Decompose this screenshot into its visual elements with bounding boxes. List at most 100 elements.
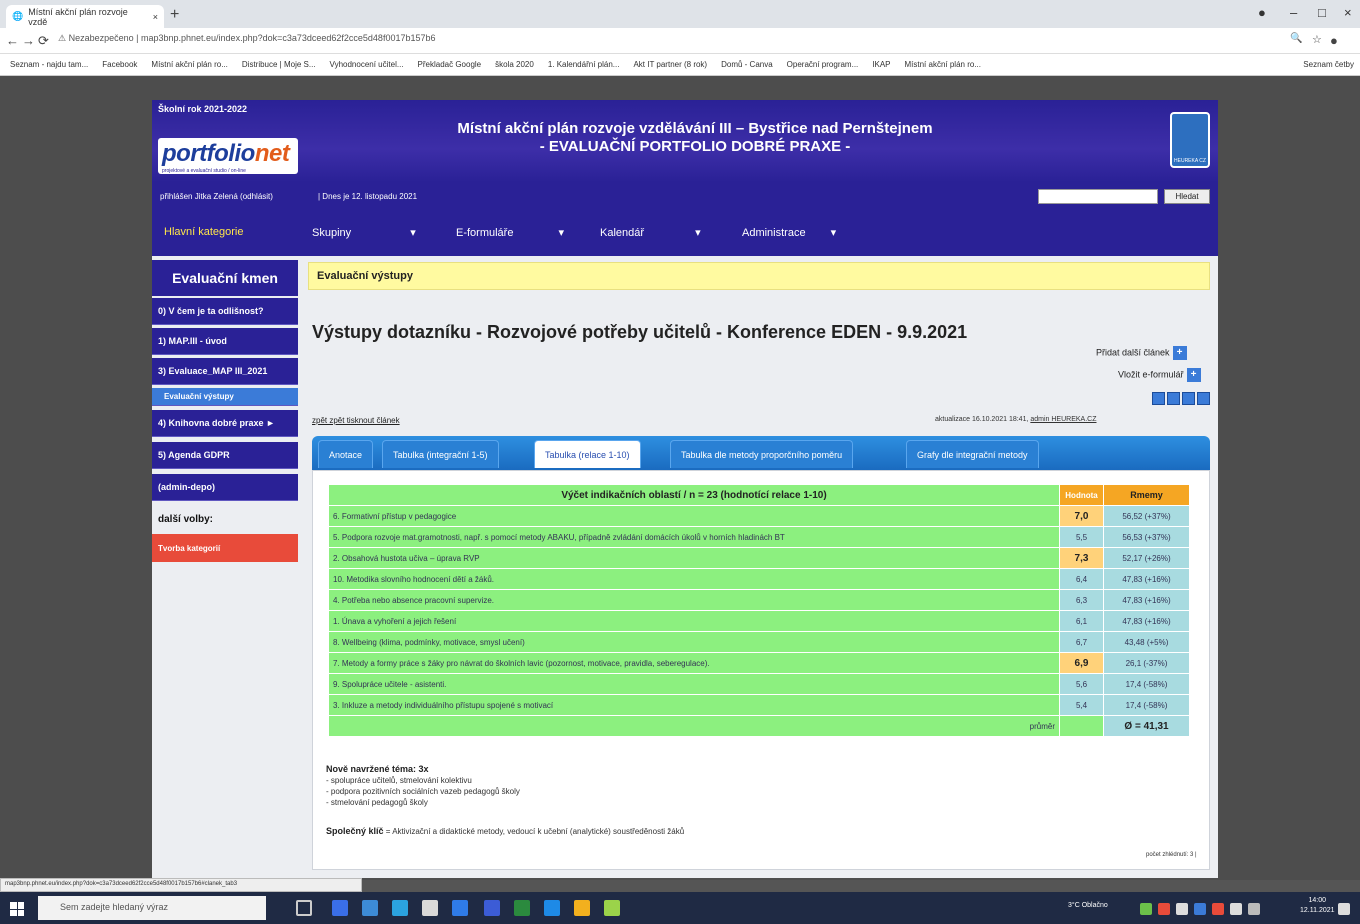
maximize-button[interactable]: □ — [1318, 5, 1326, 20]
search-button[interactable]: Hledat — [1164, 189, 1210, 204]
bookmark-item[interactable]: IKAP — [872, 60, 890, 69]
bookmark-item[interactable]: Vyhodnocení učitel... — [330, 60, 404, 69]
tab-integration-table[interactable]: Tabulka (integrační 1-5) — [382, 440, 499, 468]
insert-eform-button[interactable]: Vložit e-formulář + — [1118, 368, 1201, 382]
network-icon[interactable] — [1248, 903, 1260, 915]
weather-tray[interactable]: 3°C Oblačno — [1068, 902, 1108, 909]
row-rank: 26,1 (-37%) — [1103, 652, 1190, 674]
site-title: Místní akční plán rozvoje vzdělávání III… — [300, 120, 1090, 156]
green-app-icon[interactable] — [604, 900, 620, 916]
table-row: 8. Wellbeing (klima, podmínky, motivace,… — [328, 631, 1190, 653]
tray-icon[interactable] — [1194, 903, 1206, 915]
chrome-icon[interactable] — [392, 900, 408, 916]
row-value: 6,1 — [1059, 610, 1104, 632]
sidebar-item-admin-depo[interactable]: (admin-depo) — [152, 474, 298, 501]
url-prefix: Nezabezpečeno — [68, 33, 134, 43]
taskbar-search-input[interactable]: Sem zadejte hledaný výraz — [38, 896, 266, 920]
account-icon[interactable]: ● — [1330, 33, 1338, 48]
bookmark-item[interactable]: Místní akční plán ro... — [905, 60, 981, 69]
breadcrumb: Evaluační výstupy — [308, 262, 1210, 290]
delete-icon[interactable] — [1197, 392, 1210, 405]
task-view-icon[interactable] — [296, 900, 312, 916]
tray-icon[interactable] — [1176, 903, 1188, 915]
forward-icon[interactable]: → — [22, 33, 35, 48]
row-value: 7,3 — [1059, 547, 1104, 569]
volume-icon[interactable] — [1230, 903, 1242, 915]
download-icon[interactable] — [1152, 392, 1165, 405]
bookmark-item[interactable]: Facebook — [102, 60, 137, 69]
close-icon[interactable]: × — [153, 12, 158, 22]
menu-eforms[interactable]: E-formuláře ▾ — [456, 226, 564, 239]
outlook-icon[interactable] — [452, 900, 468, 916]
status-bar-url: map3bnp.phnet.eu/index.php?dok=c3a73dcee… — [0, 878, 362, 892]
portfolionet-logo[interactable]: portfolionet projektové a evaluační stud… — [158, 138, 298, 174]
bookmark-item[interactable]: Domů - Canva — [721, 60, 773, 69]
close-window-button[interactable]: × — [1344, 5, 1352, 20]
bookmark-item[interactable]: Distribuce | Moje S... — [242, 60, 316, 69]
sidebar-item-library[interactable]: 4) Knihovna dobré praxe ► — [152, 410, 298, 437]
create-categories-button[interactable]: Tvorba kategorií — [152, 534, 298, 562]
sidebar-item-gdpr[interactable]: 5) Agenda GDPR — [152, 442, 298, 469]
explorer-icon[interactable] — [544, 900, 560, 916]
address-field[interactable]: ⚠ Nezabezpečeno | map3bnp.phnet.eu/index… — [58, 33, 436, 44]
plus-icon: + — [1172, 346, 1187, 360]
bookmark-item[interactable]: škola 2020 — [495, 60, 534, 69]
browser-tab[interactable]: 🌐 Místní akční plán rozvoje vzdě × — [6, 5, 164, 28]
results-table: Výčet indikačních oblastí / n = 23 (hodn… — [328, 484, 1190, 737]
tray-icon[interactable] — [1140, 903, 1152, 915]
tab-proportional-table[interactable]: Tabulka dle metody proporčního poměru — [670, 440, 854, 468]
new-tab-button[interactable]: + — [170, 6, 179, 24]
reload-icon[interactable]: ⟳ — [38, 33, 49, 49]
bookmark-item[interactable]: Překladač Google — [418, 60, 482, 69]
notifications-icon[interactable] — [1338, 903, 1350, 915]
minimize-button[interactable]: – — [1290, 5, 1297, 20]
article-links[interactable]: zpět zpět tisknout článek — [312, 416, 400, 425]
table-row: 7. Metody a formy práce s žáky pro návra… — [328, 652, 1190, 674]
clock-date: 12.11.2021 — [1300, 907, 1335, 914]
sidebar-item-evaluation-outputs[interactable]: Evaluační výstupy — [152, 388, 298, 406]
menu-main-categories[interactable]: Hlavní kategorie — [164, 226, 244, 238]
word-icon[interactable] — [484, 900, 500, 916]
edge-icon[interactable] — [332, 900, 348, 916]
tab-annotation[interactable]: Anotace — [318, 440, 374, 468]
plus-icon: + — [1186, 368, 1201, 382]
tab-relation-table[interactable]: Tabulka (relace 1-10) — [534, 440, 641, 468]
page-title: Výstupy dotazníku - Rozvojové potřeby uč… — [312, 322, 968, 342]
store-icon[interactable] — [362, 900, 378, 916]
print-icon[interactable] — [1182, 392, 1195, 405]
bookmark-item[interactable]: Seznam - najdu tam... — [10, 60, 88, 69]
zoom-icon[interactable]: 🔍 — [1290, 33, 1302, 44]
table-row: 5. Podpora rozvoje mat.gramotnosti, např… — [328, 526, 1190, 548]
bookmark-item[interactable]: Operační program... — [787, 60, 859, 69]
sidebar-item-evaluation[interactable]: 3) Evaluace_MAP III_2021 — [152, 358, 298, 385]
excel-icon[interactable] — [514, 900, 530, 916]
windows-start-icon[interactable] — [10, 902, 24, 916]
bookmark-item[interactable]: 1. Kalendářní plán... — [548, 60, 620, 69]
tray-icon[interactable] — [1158, 903, 1170, 915]
row-label: 3. Inkluze a metody individuálního příst… — [328, 694, 1060, 716]
taskbar-clock[interactable]: 14:00 12.11.2021 — [1300, 896, 1335, 916]
sidebar-item-difference[interactable]: 0) V čem je ta odlišnost? — [152, 298, 298, 325]
row-rank: 56,52 (+37%) — [1103, 505, 1190, 527]
menu-calendar[interactable]: Kalendář ▾ — [600, 226, 701, 239]
star-icon[interactable]: ☆ — [1312, 33, 1322, 46]
menu-groups[interactable]: Skupiny ▾ — [312, 226, 416, 239]
search-input[interactable] — [1038, 189, 1158, 204]
sidebar-item-map-intro[interactable]: 1) MAP.III - úvod — [152, 328, 298, 355]
back-icon[interactable]: ← — [6, 33, 19, 48]
heureka-emblem-icon[interactable]: HEUREKA CZ — [1170, 112, 1210, 168]
bookmark-item[interactable]: Akt IT partner (8 rok) — [633, 60, 707, 69]
updated-by-link[interactable]: admin HEUREKA.CZ — [1030, 416, 1096, 423]
bookmark-item[interactable]: Místní akční plán ro... — [151, 60, 227, 69]
row-rank: 17,4 (-58%) — [1103, 694, 1190, 716]
profile-icon[interactable]: ● — [1258, 5, 1266, 20]
tab-integration-graphs[interactable]: Grafy dle integrační metody — [906, 440, 1039, 468]
user-info[interactable]: přihlášen Jitka Zelená (odhlásit) — [160, 192, 273, 201]
folder-icon[interactable] — [574, 900, 590, 916]
bookmark-reading-list[interactable]: Seznam četby — [1303, 60, 1354, 69]
menu-administration[interactable]: Administrace ▾ — [742, 226, 836, 239]
tray-icon[interactable] — [1212, 903, 1224, 915]
app-icon[interactable] — [422, 900, 438, 916]
edit-icon[interactable] — [1167, 392, 1180, 405]
add-article-button[interactable]: Přidat další článek + — [1096, 346, 1187, 360]
